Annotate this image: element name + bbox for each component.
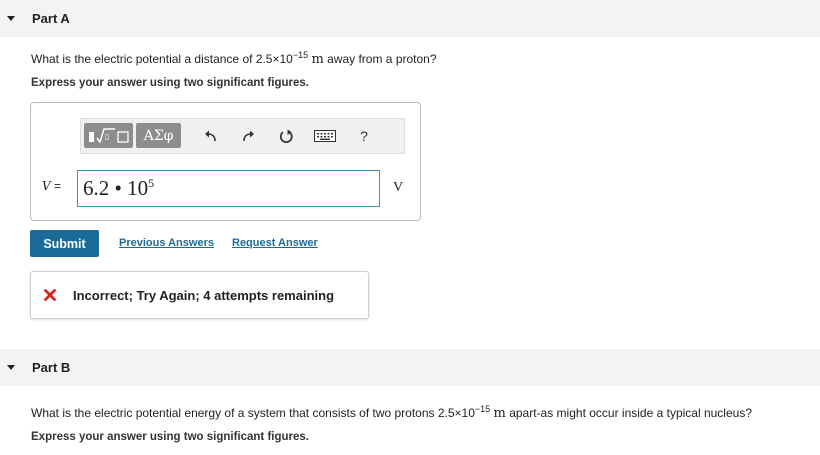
keyboard-icon xyxy=(314,130,336,142)
answer-unit: V xyxy=(393,180,404,195)
part-b-question: What is the electric potential energy of… xyxy=(31,404,752,421)
feedback-message: Incorrect; Try Again; 4 attempts remaini… xyxy=(73,288,335,303)
previous-answers-link[interactable]: Previous Answers xyxy=(119,237,214,249)
feedback-box: Incorrect; Try Again; 4 attempts remaini… xyxy=(30,271,369,319)
submit-button[interactable]: Submit xyxy=(30,230,99,257)
collapse-caret-icon[interactable] xyxy=(7,365,15,370)
part-b-instruction: Express your answer using two significan… xyxy=(31,431,309,443)
incorrect-x-icon xyxy=(44,289,56,301)
collapse-caret-icon[interactable] xyxy=(7,16,15,21)
redo-button[interactable] xyxy=(237,125,259,147)
greek-symbols-button[interactable]: ΑΣφ xyxy=(136,123,181,148)
part-a-instruction: Express your answer using two significan… xyxy=(31,77,309,89)
math-toolbar: ▯ ΑΣφ ? xyxy=(80,118,405,154)
request-answer-link[interactable]: Request Answer xyxy=(232,237,318,249)
answer-input[interactable]: 6.2 • 105 xyxy=(77,170,380,207)
reset-button[interactable] xyxy=(275,125,297,147)
help-button[interactable]: ? xyxy=(353,125,375,147)
part-a-header[interactable]: Part A xyxy=(0,0,820,37)
answer-box: ▯ ΑΣφ ? V = 6.2 • 105 V xyxy=(30,102,421,221)
answer-value: 6.2 • 105 xyxy=(83,176,155,200)
undo-icon xyxy=(205,130,216,142)
reset-icon xyxy=(279,129,293,143)
part-a-question: What is the electric potential a distanc… xyxy=(31,50,437,67)
part-b-header[interactable]: Part B xyxy=(0,349,820,386)
svg-text:▯: ▯ xyxy=(105,132,109,141)
keyboard-button[interactable] xyxy=(312,125,338,147)
templates-button[interactable]: ▯ xyxy=(84,123,133,148)
variable-label: V = xyxy=(42,179,62,193)
templates-icon: ▯ xyxy=(88,127,129,144)
undo-button[interactable] xyxy=(200,125,222,147)
part-b-title: Part B xyxy=(32,360,71,375)
redo-icon xyxy=(243,130,254,142)
part-a-title: Part A xyxy=(32,11,70,26)
